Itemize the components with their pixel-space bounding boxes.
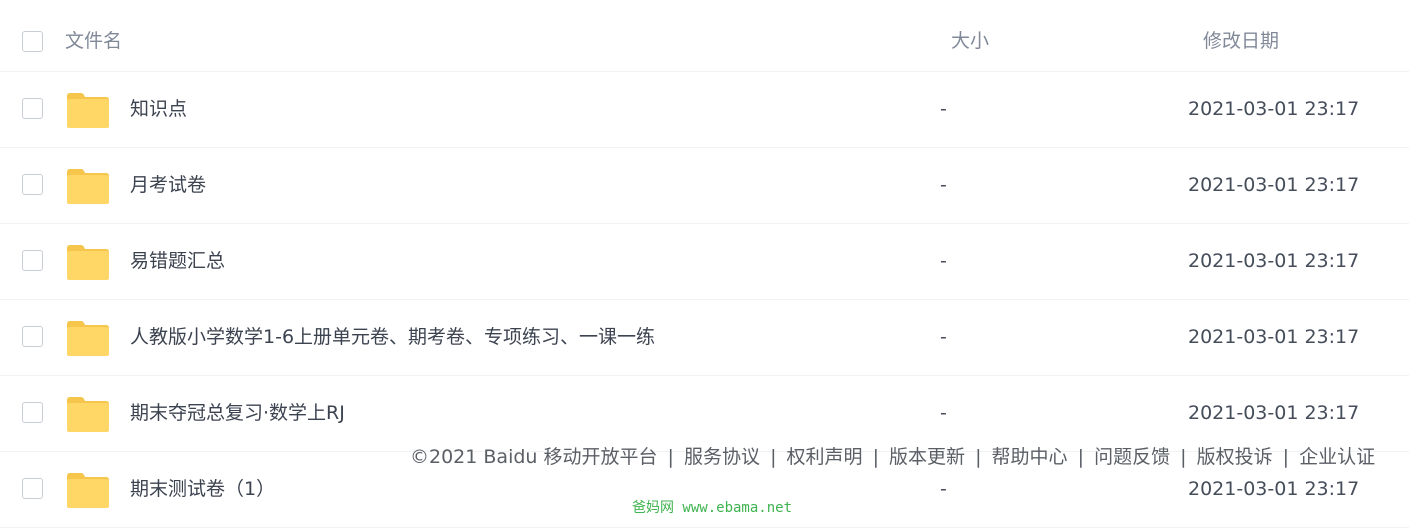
file-name[interactable]: 易错题汇总 xyxy=(130,249,225,273)
row-checkbox[interactable] xyxy=(22,326,43,347)
size-column-header[interactable]: 大小 xyxy=(951,29,989,53)
footer-link-service-agreement[interactable]: 服务协议 xyxy=(684,446,760,468)
footer-separator: | xyxy=(1077,446,1085,468)
footer: ©2021 Baidu 移动开放平台 | 服务协议 | 权利声明 | 版本更新 … xyxy=(410,445,1375,469)
folder-icon xyxy=(66,244,110,281)
file-row[interactable]: 易错题汇总 - 2021-03-01 23:17 xyxy=(0,224,1409,300)
file-size: - xyxy=(940,250,947,272)
file-size: - xyxy=(940,174,947,196)
file-row[interactable]: 月考试卷 - 2021-03-01 23:17 xyxy=(0,148,1409,224)
footer-copyright: ©2021 Baidu 移动开放平台 xyxy=(410,446,658,468)
file-size: - xyxy=(940,478,947,500)
folder-icon xyxy=(66,168,110,205)
footer-link-help-center[interactable]: 帮助中心 xyxy=(992,446,1068,468)
filename-column-header[interactable]: 文件名 xyxy=(65,29,122,53)
file-modified-date: 2021-03-01 23:17 xyxy=(1188,402,1360,424)
folder-icon xyxy=(66,472,110,509)
watermark: 爸妈网 www.ebama.net xyxy=(632,500,793,516)
row-checkbox[interactable] xyxy=(22,402,43,423)
file-modified-date: 2021-03-01 23:17 xyxy=(1188,98,1360,120)
row-checkbox[interactable] xyxy=(22,478,43,499)
file-modified-date: 2021-03-01 23:17 xyxy=(1188,326,1360,348)
row-checkbox[interactable] xyxy=(22,250,43,271)
footer-separator: | xyxy=(975,446,982,468)
modified-column-header[interactable]: 修改日期 xyxy=(1203,29,1279,53)
footer-link-copyright-complaint[interactable]: 版权投诉 xyxy=(1197,446,1273,468)
footer-link-version-update[interactable]: 版本更新 xyxy=(889,446,965,468)
file-name[interactable]: 期末夺冠总复习·数学上RJ xyxy=(130,401,345,425)
file-name[interactable]: 期末测试卷（1） xyxy=(130,477,275,501)
file-modified-date: 2021-03-01 23:17 xyxy=(1188,174,1360,196)
file-name[interactable]: 知识点 xyxy=(130,97,187,121)
file-list-header: 文件名 大小 修改日期 xyxy=(0,0,1409,72)
footer-separator: | xyxy=(770,446,777,468)
footer-separator: | xyxy=(667,446,674,468)
select-all-checkbox[interactable] xyxy=(22,31,43,52)
file-name[interactable]: 月考试卷 xyxy=(130,173,206,197)
file-size: - xyxy=(940,326,947,348)
folder-icon xyxy=(66,320,110,357)
footer-separator: | xyxy=(1180,446,1187,468)
file-row[interactable]: 人教版小学数学1-6上册单元卷、期考卷、专项练习、一课一练 - 2021-03-01… xyxy=(0,300,1409,376)
footer-separator: | xyxy=(872,446,879,468)
row-checkbox[interactable] xyxy=(22,174,43,195)
footer-link-enterprise-verification[interactable]: 企业认证 xyxy=(1299,446,1375,468)
footer-link-rights-statement[interactable]: 权利声明 xyxy=(787,446,863,468)
row-checkbox[interactable] xyxy=(22,98,43,119)
file-modified-date: 2021-03-01 23:17 xyxy=(1188,478,1360,500)
file-name[interactable]: 人教版小学数学1-6上册单元卷、期考卷、专项练习、一课一练 xyxy=(130,325,655,349)
file-modified-date: 2021-03-01 23:17 xyxy=(1188,250,1360,272)
footer-separator: | xyxy=(1282,446,1290,468)
folder-icon xyxy=(66,92,110,129)
file-row[interactable]: 知识点 - 2021-03-01 23:17 xyxy=(0,72,1409,148)
folder-icon xyxy=(66,396,110,433)
file-size: - xyxy=(940,402,947,424)
file-size: - xyxy=(940,98,947,120)
footer-link-feedback[interactable]: 问题反馈 xyxy=(1094,446,1170,468)
file-row[interactable]: 期末夺冠总复习·数学上RJ - 2021-03-01 23:17 xyxy=(0,376,1409,452)
